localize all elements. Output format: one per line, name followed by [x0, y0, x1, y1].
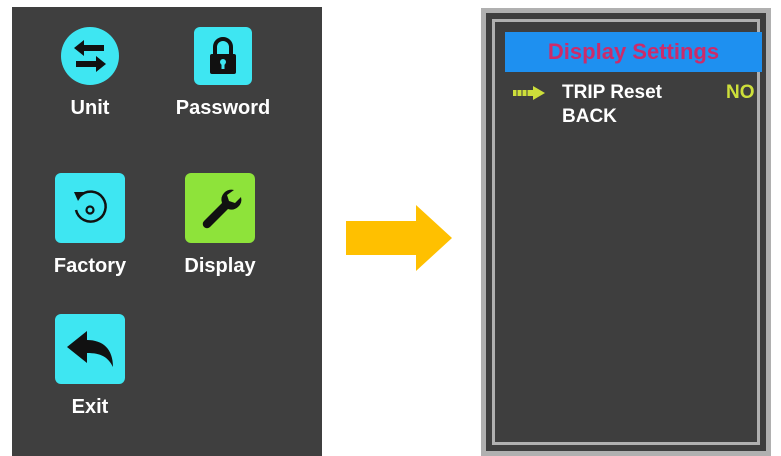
- menu-label-display: Display: [184, 255, 256, 277]
- return-arrow-icon: [67, 331, 113, 367]
- menu-row-back[interactable]: BACK: [562, 106, 617, 128]
- password-tile[interactable]: [194, 27, 252, 85]
- menu-item-password[interactable]: Password: [168, 27, 278, 120]
- display-tile[interactable]: [185, 173, 255, 243]
- trip-reset-label: TRIP Reset: [562, 82, 662, 103]
- screen-inner-frame: Display Settings TRIP Reset NO BACK: [492, 19, 762, 445]
- wrench-icon: [202, 189, 242, 229]
- menu-label-factory: Factory: [53, 255, 127, 277]
- menu-label-exit: Exit: [71, 396, 109, 418]
- display-settings-screen: Display Settings TRIP Reset NO BACK: [481, 8, 771, 456]
- padlock-icon: [210, 37, 236, 74]
- selection-arrow-icon: [513, 86, 545, 100]
- menu-item-display[interactable]: Display: [165, 173, 275, 278]
- menu-item-unit[interactable]: Unit: [35, 27, 145, 120]
- exit-tile[interactable]: [55, 314, 125, 384]
- menu-item-factory[interactable]: Factory: [35, 173, 145, 278]
- factory-tile[interactable]: [55, 173, 125, 243]
- reset-rotate-icon: [74, 190, 107, 223]
- back-label: BACK: [562, 106, 617, 127]
- menu-item-exit[interactable]: Exit: [35, 314, 145, 419]
- swap-arrows-icon: [74, 40, 106, 72]
- settings-menu-panel: Unit Password Factory Display Exit: [12, 7, 322, 456]
- menu-label-password: Password: [175, 97, 271, 119]
- menu-row-trip-reset[interactable]: TRIP Reset NO: [562, 82, 762, 106]
- right-arrow-icon: [346, 205, 452, 271]
- unit-tile[interactable]: [61, 27, 119, 85]
- trip-reset-value: NO: [726, 82, 755, 103]
- screen-title: Display Settings: [505, 32, 762, 72]
- menu-label-unit: Unit: [70, 97, 110, 119]
